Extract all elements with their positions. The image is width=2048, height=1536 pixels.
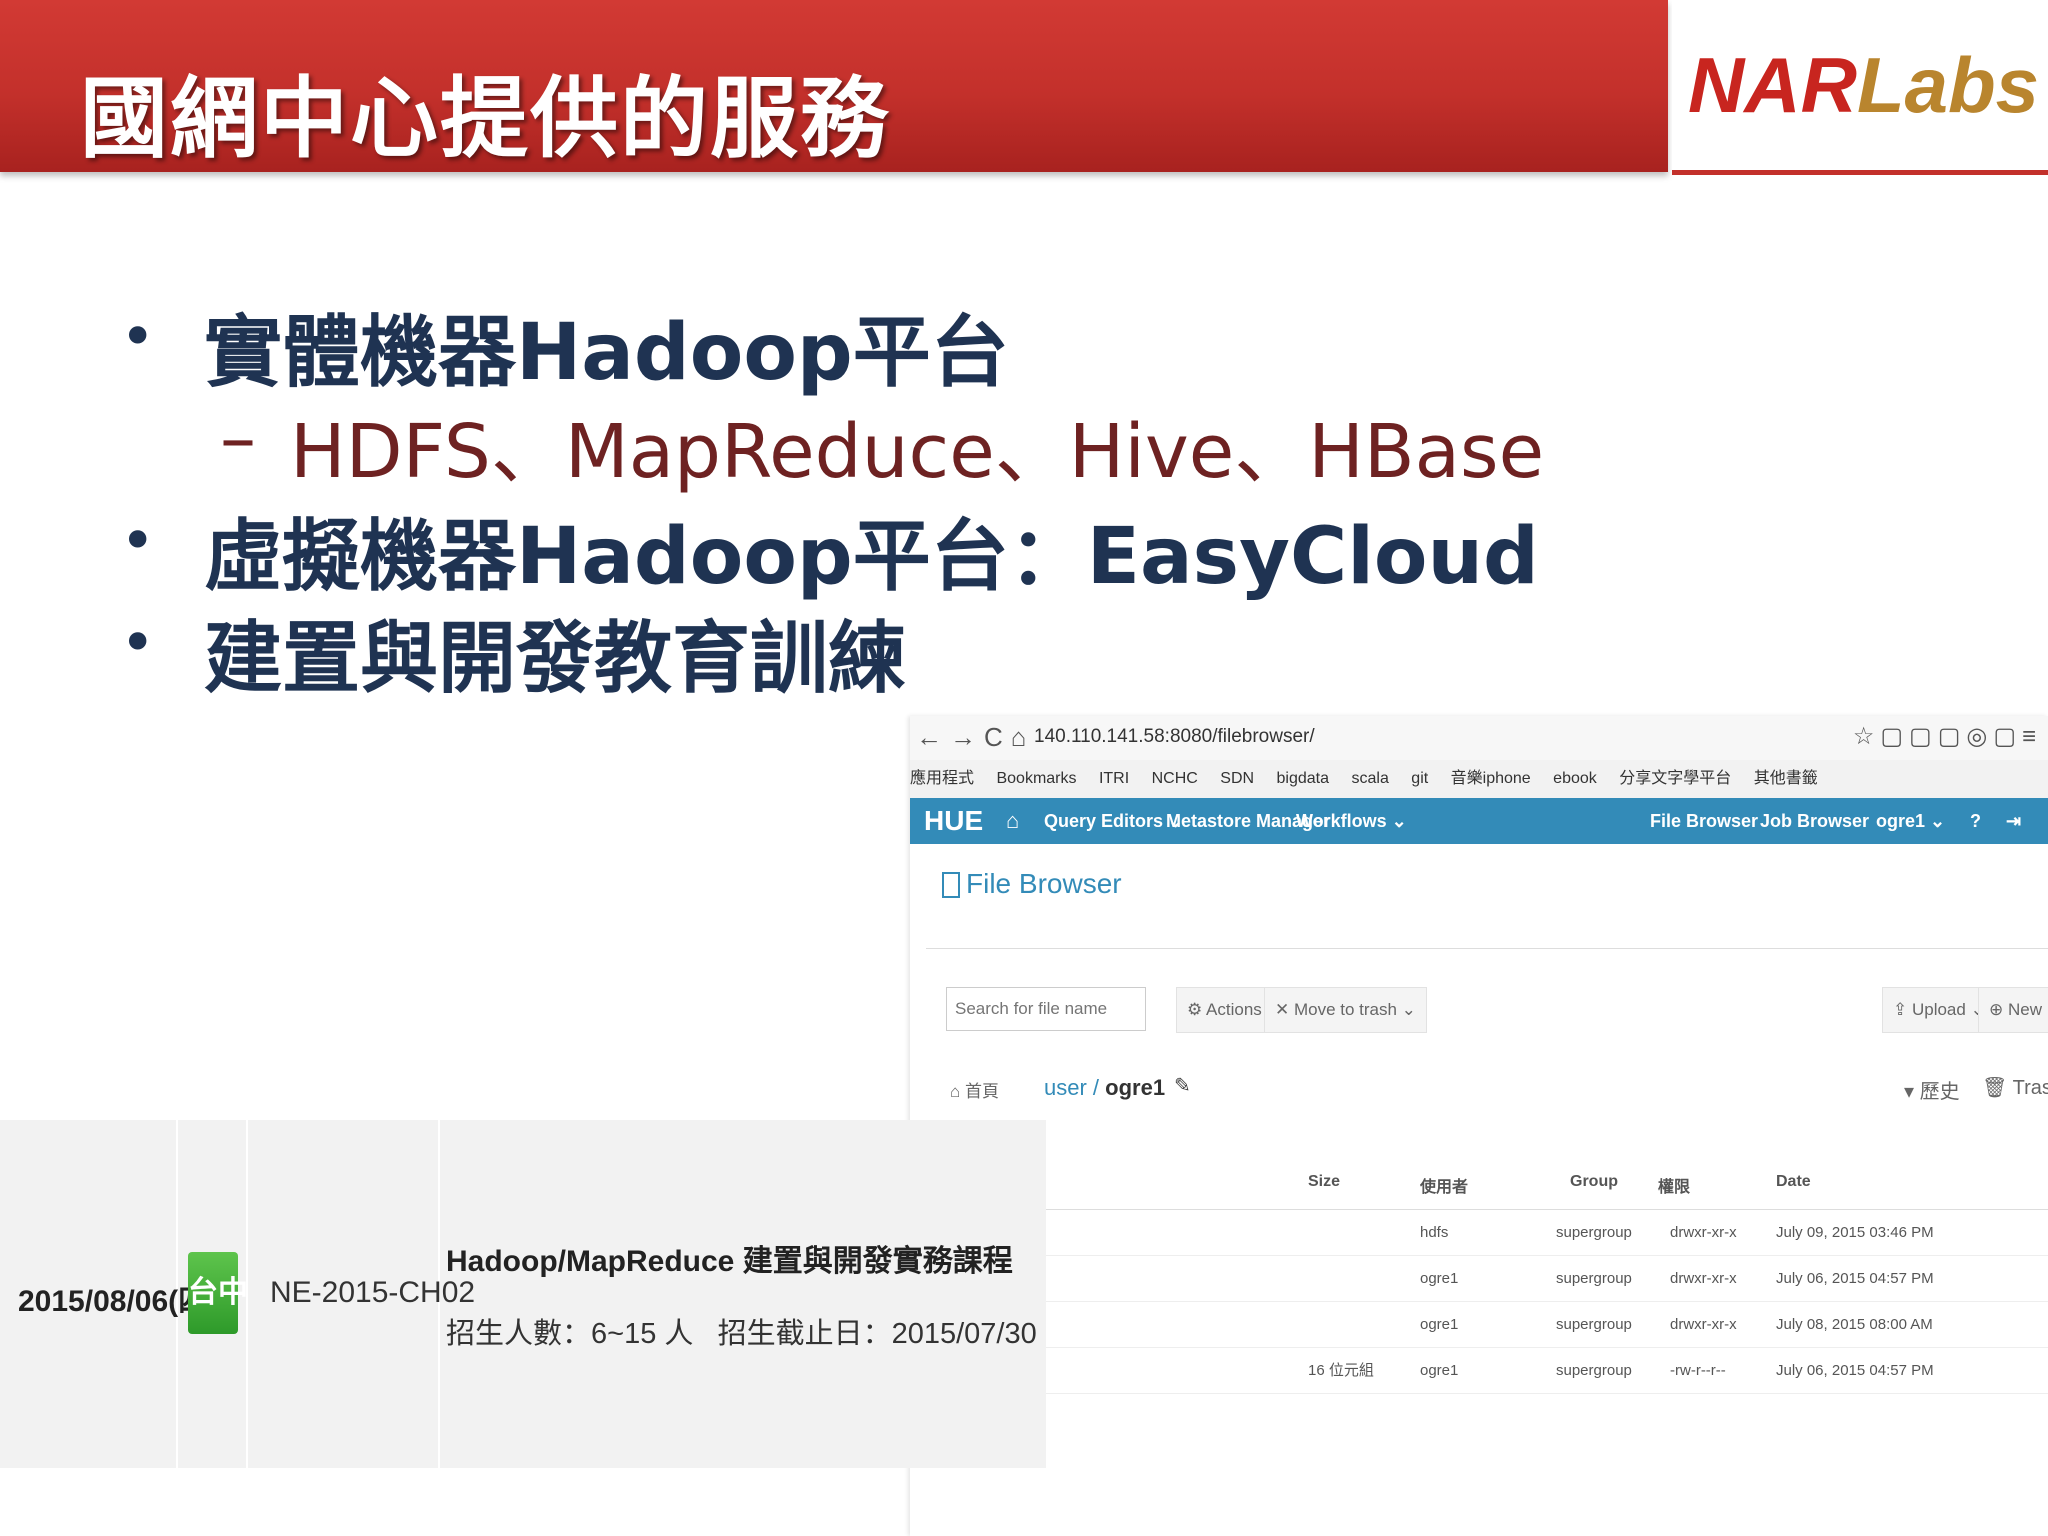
dash-icon: – — [220, 396, 256, 480]
nav-user-menu[interactable]: ogre1 ⌄ — [1876, 798, 1945, 844]
help-icon[interactable]: ? — [1970, 798, 1981, 844]
file-icon — [942, 872, 960, 898]
bookmark-item[interactable]: 應用程式 — [910, 770, 974, 787]
bookmark-item[interactable]: 音樂iphone — [1451, 770, 1531, 787]
bookmark-item[interactable]: SDN — [1220, 770, 1254, 787]
home-crumb[interactable]: ⌂ 首頁 — [950, 1077, 999, 1102]
bullet-dot-icon: • — [120, 302, 156, 372]
narlabs-logo: NARLabs — [1688, 41, 2040, 129]
hue-browser-screenshot: ←→C⌂ 140.110.141.58:8080/filebrowser/ ☆▢… — [910, 716, 2048, 1536]
bookmark-item[interactable]: ebook — [1553, 770, 1597, 787]
home-icon[interactable]: ⌂ — [1006, 798, 1019, 844]
bookmark-item[interactable]: Bookmarks — [996, 770, 1076, 787]
table-row[interactable]: ogre1 supergroup drwxr-xr-x July 06, 201… — [926, 1257, 2048, 1302]
col-permission[interactable]: 權限 — [1658, 1173, 1690, 1197]
edit-path-icon[interactable]: ✎ — [1174, 1073, 1191, 1098]
plus-icon: ⊕ — [1989, 1000, 2008, 1019]
history-icon: ▾ — [1904, 1081, 1920, 1103]
nav-job-browser[interactable]: Job Browser — [1760, 798, 1869, 844]
move-to-trash-button[interactable]: ✕ Move to trash ⌄ — [1264, 987, 1427, 1033]
close-icon: ✕ — [1275, 1000, 1294, 1019]
nav-file-browser[interactable]: File Browser — [1650, 798, 1758, 844]
upload-icon: ⇪ — [1893, 1000, 1912, 1019]
course-code: NE-2015-CH02 — [270, 1276, 476, 1309]
path-user[interactable]: user — [1044, 1075, 1087, 1100]
course-info: 招生人數：6~15 人 招生截止日：2015/07/30 — [446, 1318, 1037, 1350]
col-user[interactable]: 使用者 — [1420, 1173, 1468, 1197]
bookmark-item[interactable]: 分享文字學平台 — [1619, 770, 1731, 787]
narlabs-logo-box: NARLabs — [1672, 0, 2048, 175]
logout-icon[interactable]: ⇥ — [2006, 798, 2021, 844]
nav-query-editors[interactable]: Query Editors ⌄ — [1044, 798, 1183, 844]
bookmark-item[interactable]: 其他書籤 — [1754, 770, 1818, 787]
path-current[interactable]: ogre1 — [1105, 1075, 1165, 1100]
file-browser-title: File Browser — [966, 868, 1122, 899]
course-name[interactable]: Hadoop/MapReduce 建置與開發實務課程 — [446, 1236, 1013, 1280]
browser-nav-icons[interactable]: ←→C⌂ — [916, 722, 1034, 753]
file-table-header: Size 使用者 Group 權限 Date — [926, 1173, 2048, 1210]
home-icon: ⌂ — [950, 1082, 965, 1101]
bookmark-item[interactable]: git — [1411, 770, 1428, 787]
col-size[interactable]: Size — [1308, 1173, 1340, 1191]
extension-icons[interactable]: ☆▢▢▢◎▢≡ — [1853, 722, 2042, 751]
hue-navbar: HUE ⌂ Query Editors ⌄ Metastore Manager … — [910, 798, 2048, 844]
course-listing-row: 2015/08/06(四) 台中 NE-2015-CH02 Hadoop/Map… — [0, 1120, 1046, 1468]
hue-logo[interactable]: HUE — [924, 798, 983, 844]
new-button[interactable]: ⊕ New ⌄ — [1978, 987, 2048, 1033]
trash-icon: 🗑 — [1982, 1077, 2013, 1099]
table-row[interactable]: 16 位元組 ogre1 supergroup -rw-r--r-- July … — [926, 1349, 2048, 1394]
url-field[interactable]: 140.110.141.58:8080/filebrowser/ — [1026, 723, 1934, 751]
table-row[interactable]: hdfs supergroup drwxr-xr-x July 09, 2015… — [926, 1211, 2048, 1256]
bookmark-item[interactable]: NCHC — [1152, 770, 1198, 787]
search-input[interactable] — [946, 987, 1146, 1031]
bookmark-item[interactable]: scala — [1351, 770, 1388, 787]
bookmark-item[interactable]: bigdata — [1277, 770, 1330, 787]
table-row[interactable]: ogre1 supergroup drwxr-xr-x July 08, 201… — [926, 1303, 2048, 1348]
gear-icon: ⚙ — [1187, 1000, 1207, 1019]
col-group[interactable]: Group — [1570, 1173, 1618, 1191]
location-badge: 台中 — [188, 1252, 248, 1334]
slide-header: 國網中心提供的服務 — [0, 0, 1668, 172]
file-browser-panel: ⚙ Actions ⌄ ✕ Move to trash ⌄ ⇪ Upload ⌄… — [926, 948, 2048, 1536]
trash-button[interactable]: 🗑 Trash — [1982, 1075, 2048, 1100]
bookmarks-bar: 應用程式 Bookmarks ITRI NCHC SDN bigdata sca… — [910, 760, 2048, 799]
bullet-dot-icon: • — [120, 608, 156, 678]
bullet-dot-icon: • — [120, 506, 156, 576]
breadcrumb: user / ogre1 — [1044, 1075, 1166, 1100]
slide-title: 國網中心提供的服務 — [80, 67, 891, 170]
nav-workflows[interactable]: Workflows ⌄ — [1296, 798, 1407, 844]
history-button[interactable]: ▾ 歷史 — [1904, 1075, 1960, 1104]
address-bar: ←→C⌂ 140.110.141.58:8080/filebrowser/ ☆▢… — [910, 716, 2048, 760]
bookmark-item[interactable]: ITRI — [1099, 770, 1129, 787]
col-date[interactable]: Date — [1776, 1173, 1811, 1191]
